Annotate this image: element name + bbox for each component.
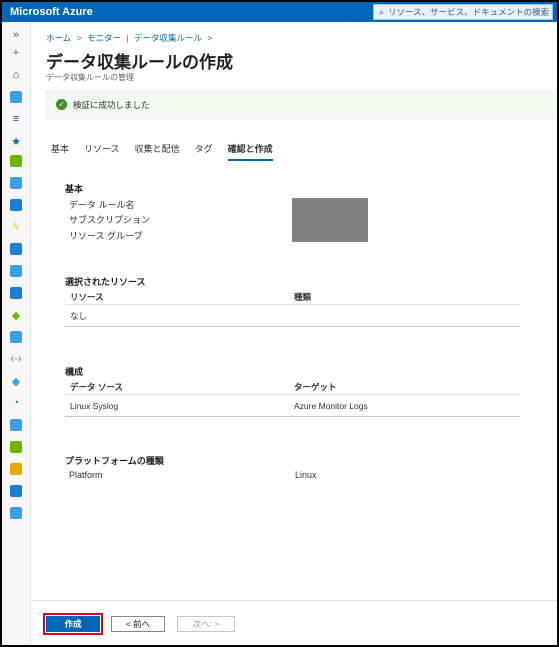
data-source-cell: Linux Syslog bbox=[70, 400, 119, 411]
virtual-machines-icon-glyph bbox=[10, 287, 22, 299]
wizard-tabs: 基本 リソース 収集と配信 タグ 確認と作成 bbox=[51, 142, 288, 161]
app-services-icon[interactable] bbox=[9, 198, 23, 212]
field-rule-name: データ ルール名 bbox=[69, 200, 135, 210]
advisor-tips-icon[interactable] bbox=[9, 506, 23, 520]
left-nav-rail: » + ⌂ ≡ ★ ϟ ◆ ‹·› ◆ ◔ bbox=[2, 22, 31, 645]
function-app-icon[interactable]: ϟ bbox=[9, 220, 23, 234]
virtual-machines-icon[interactable] bbox=[9, 286, 23, 300]
entra-id-icon[interactable]: ◆ bbox=[9, 374, 23, 388]
advisor-icon-glyph bbox=[10, 419, 22, 431]
tab-review-create[interactable]: 確認と作成 bbox=[227, 142, 273, 161]
window-frame: Microsoft Azure ⌕ リソース、サービス、ドキュメントの検索 (G… bbox=[0, 0, 559, 647]
dashboard-icon-glyph bbox=[10, 91, 22, 103]
brand-name[interactable]: Microsoft Azure bbox=[2, 6, 93, 18]
chevron-right-icon: > bbox=[207, 33, 213, 43]
virtual-networks-icon[interactable]: ‹·› bbox=[9, 352, 23, 366]
breadcrumb-monitor[interactable]: モニター bbox=[87, 33, 121, 43]
basics-heading: 基本 bbox=[65, 184, 84, 194]
resource-groups-icon[interactable] bbox=[9, 176, 23, 190]
global-search-input[interactable]: ⌕ リソース、サービス、ドキュメントの検索 (G+/) bbox=[373, 4, 553, 20]
column-header-target: ターゲット bbox=[294, 381, 337, 392]
storage-accounts-icon-glyph bbox=[10, 331, 22, 343]
previous-button[interactable]: < 前へ bbox=[111, 616, 165, 632]
target-cell: Azure Monitor Logs bbox=[294, 400, 368, 411]
page-title: データ収集ルールの作成 bbox=[46, 53, 233, 72]
breadcrumb-divider: | bbox=[126, 33, 129, 43]
resource-groups-icon-glyph bbox=[10, 177, 22, 189]
chevron-right-icon: > bbox=[76, 33, 82, 43]
tab-resources[interactable]: リソース bbox=[84, 142, 120, 161]
platform-value: Linux bbox=[295, 470, 317, 480]
tab-collect-deliver[interactable]: 収集と配信 bbox=[135, 142, 180, 161]
column-header-data-source: データ ソース bbox=[70, 381, 123, 392]
table-header: リソース 種類 bbox=[65, 289, 520, 305]
all-services-icon[interactable]: ≡ bbox=[9, 112, 23, 126]
sql-database-icon[interactable] bbox=[9, 242, 23, 256]
advisor-icon[interactable] bbox=[9, 418, 23, 432]
all-resources-icon-glyph bbox=[10, 155, 22, 167]
storage-accounts-icon[interactable] bbox=[9, 330, 23, 344]
advisor-tips-icon-glyph bbox=[10, 507, 22, 519]
column-header-resource: リソース bbox=[70, 291, 104, 302]
create-button[interactable]: 作成 bbox=[43, 613, 103, 635]
search-placeholder: リソース、サービス、ドキュメントの検索 (G+/) bbox=[388, 7, 553, 17]
page-subtitle: データ収集ルールの管理 bbox=[46, 73, 134, 82]
table-row: なし bbox=[65, 305, 520, 327]
home-icon[interactable]: ⌂ bbox=[9, 68, 23, 82]
resource-cell: なし bbox=[70, 310, 88, 321]
platform-label: Platform bbox=[69, 470, 103, 480]
tab-basics[interactable]: 基本 bbox=[51, 142, 69, 161]
table-header: データ ソース ターゲット bbox=[65, 379, 520, 395]
tab-tags[interactable]: タグ bbox=[195, 142, 213, 161]
app-services-icon-glyph bbox=[10, 199, 22, 211]
footer-bar: 作成 < 前へ 次へ: > bbox=[32, 600, 557, 645]
top-bar: Microsoft Azure ⌕ リソース、サービス、ドキュメントの検索 (G… bbox=[2, 2, 557, 22]
sql-database-icon-glyph bbox=[10, 243, 22, 255]
table-row: Linux Syslog Azure Monitor Logs bbox=[65, 395, 520, 417]
config-table: データ ソース ターゲット Linux Syslog Azure Monitor… bbox=[65, 379, 520, 417]
column-header-type: 種類 bbox=[294, 291, 312, 302]
breadcrumb-home[interactable]: ホーム bbox=[46, 33, 71, 43]
help-support-icon-glyph bbox=[10, 485, 22, 497]
main-content: ホーム > モニター | データ収集ルール > データ収集ルールの作成 … デー… bbox=[32, 22, 557, 645]
cost-management-icon-glyph bbox=[10, 463, 22, 475]
favorites-icon[interactable]: ★ bbox=[9, 134, 23, 148]
success-check-icon: ✓ bbox=[56, 99, 67, 110]
dashboard-icon[interactable] bbox=[9, 90, 23, 104]
config-heading: 構成 bbox=[65, 367, 84, 377]
cosmos-db-icon-glyph bbox=[10, 265, 22, 277]
create-icon[interactable]: + bbox=[9, 46, 23, 60]
defender-icon[interactable] bbox=[9, 440, 23, 454]
cosmos-db-icon[interactable] bbox=[9, 264, 23, 278]
expand-icon[interactable]: » bbox=[9, 28, 23, 42]
breadcrumb: ホーム > モニター | データ収集ルール > bbox=[46, 32, 215, 44]
all-resources-icon[interactable] bbox=[9, 154, 23, 168]
validation-banner: ✓ 検証に成功しました bbox=[46, 90, 556, 119]
validation-message: 検証に成功しました bbox=[73, 99, 150, 110]
field-subscription: サブスクリプション bbox=[69, 215, 151, 225]
cost-management-icon[interactable] bbox=[9, 462, 23, 476]
field-resource-group: リソース グループ bbox=[69, 231, 143, 241]
next-button[interactable]: 次へ: > bbox=[177, 616, 235, 632]
help-support-icon[interactable] bbox=[9, 484, 23, 498]
defender-icon-glyph bbox=[10, 441, 22, 453]
monitor-icon[interactable]: ◔ bbox=[9, 396, 23, 410]
more-options-icon[interactable]: … bbox=[220, 52, 232, 64]
search-icon: ⌕ bbox=[379, 6, 385, 17]
load-balancer-icon[interactable]: ◆ bbox=[9, 308, 23, 322]
selected-resources-heading: 選択されたリソース bbox=[65, 277, 146, 287]
resources-table: リソース 種類 なし bbox=[65, 289, 520, 327]
platform-heading: プラットフォームの種類 bbox=[65, 456, 164, 466]
breadcrumb-dcr[interactable]: データ収集ルール bbox=[134, 33, 202, 43]
redacted-values bbox=[292, 198, 368, 242]
